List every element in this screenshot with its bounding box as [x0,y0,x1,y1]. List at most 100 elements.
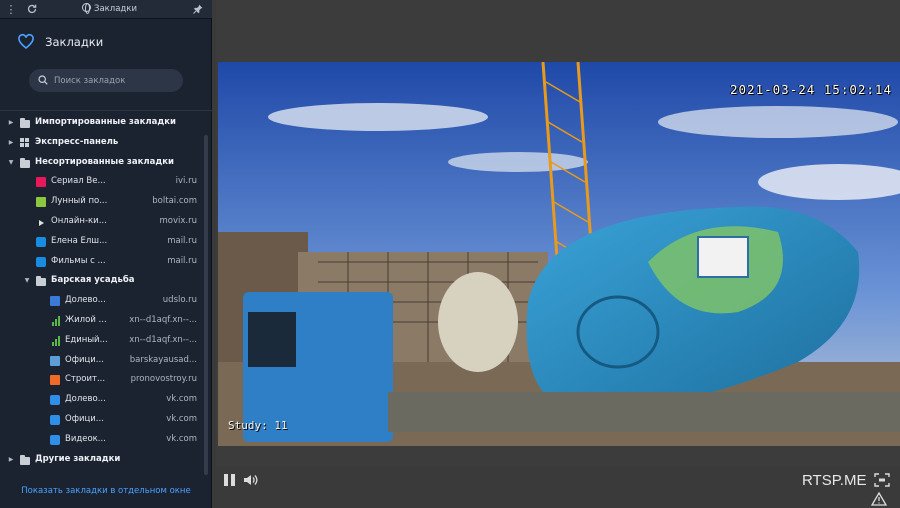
chevron-right-icon[interactable]: ▶ [7,113,15,133]
bookmarks-title: Закладки [45,35,104,49]
sidebar-scrollbar[interactable] [204,135,208,475]
bookmark-url: pronovostroy.ru [130,374,197,385]
open-bookmarks-window-link[interactable]: Показать закладки в отдельном окне [0,486,212,496]
bookmark-item[interactable]: Офици... barskayausad... [0,351,204,371]
bookmark-url: vk.com [166,413,197,424]
fullscreen-icon[interactable] [874,473,890,487]
movix-icon [36,216,46,227]
chevron-right-icon[interactable]: ▶ [7,450,15,470]
topbar-title-text: Закладки [94,4,137,14]
bookmark-item[interactable]: Онлайн-ки... movix.ru [0,212,204,232]
bookmark-folder[interactable]: ▶ Импортированные закладки [0,113,204,133]
rtsp-brand-logo[interactable]: RTSP.ME [802,472,866,489]
camera-timestamp: 2021-03-24 15:02:14 [730,82,892,97]
bookmark-title: Строит... [65,374,106,385]
pronovostroy-icon [50,375,60,386]
pin-icon[interactable] [191,0,205,19]
video-scene [218,62,900,446]
chat-icon [50,434,60,445]
bookmark-item[interactable]: Лунный по... boltai.com [0,192,204,212]
bookmark-title: Фильмы с ... [51,255,106,266]
camera-watermark: Study: 11 [228,419,288,432]
folder-label: Барская усадьба [51,275,135,286]
bookmark-url: vk.com [166,433,197,444]
bookmark-folder[interactable]: ▼ Несортированные закладки [0,153,204,173]
bookmarks-header: Закладки [18,33,103,51]
ivi-icon [36,177,46,188]
pattern-icon [50,355,60,366]
bars-icon [50,315,60,326]
bookmark-title: Долево... [65,295,106,306]
warning-icon[interactable] [871,492,887,506]
bookmark-title: Единый... [65,334,108,345]
folder-icon [20,157,30,168]
bookmark-item[interactable]: Единый... xn--d1aqf.xn--... [0,331,204,351]
bookmark-item[interactable]: Долево... vk.com [0,390,204,410]
bookmarks-sidebar: ⋮ Закладки Закладки ▶ Импортированные зак… [0,0,212,508]
pause-icon[interactable] [224,474,236,486]
chevron-right-icon[interactable]: ▶ [7,133,15,153]
refresh-icon[interactable] [25,0,39,19]
bookmark-title: Офици... [65,354,104,365]
bookmark-url: vk.com [166,394,197,405]
folder-label: Экспресс-панель [35,136,119,147]
bookmark-url: ivi.ru [175,176,197,187]
chevron-down-icon[interactable]: ▼ [23,271,31,291]
mail-icon [36,236,46,247]
image-icon [50,296,60,307]
bookmark-title: Видеок... [65,433,106,444]
bookmark-title: Долево... [65,394,106,405]
app-root: ⋮ Закладки Закладки ▶ Импортированные зак… [0,0,900,508]
folder-label: Другие закладки [35,453,121,464]
bookmark-folder[interactable]: ▶ Экспресс-панель [0,133,204,153]
bookmarks-tree: ▶ Импортированные закладки ▶ Экспресс-панел… [0,113,204,469]
bookmark-url: xn--d1aqf.xn--... [129,334,197,345]
bookmark-item[interactable]: Строит... pronovostroy.ru [0,370,204,390]
bookmark-title: Лунный по... [51,196,108,207]
folder-label: Несортированные закладки [35,156,174,167]
folder-icon [20,118,30,128]
bookmark-folder[interactable]: ▼ Барская усадьба [0,271,204,291]
bookmark-folder[interactable]: ▶ Другие закладки [0,450,204,470]
bookmark-item[interactable]: Жилой ... xn--d1aqf.xn--... [0,311,204,331]
sidebar-divider [0,110,212,111]
folder-icon [36,276,46,287]
bookmark-url: movix.ru [159,215,198,226]
folder-label: Импортированные закладки [35,117,176,127]
player-controls: RTSP.ME [216,466,900,508]
chat-icon [50,395,60,406]
sidebar-topbar: ⋮ Закладки [0,0,212,19]
bookmark-item[interactable]: Видеок... vk.com [0,430,204,450]
speed-dial-icon [20,137,30,148]
search-icon [38,75,48,85]
bookmark-title: Елена Елш... [51,235,108,246]
bookmark-url: mail.ru [167,255,197,266]
volume-icon[interactable] [242,472,258,488]
bookmark-item[interactable]: Елена Елш... mail.ru [0,232,204,252]
bookmark-item[interactable]: Офици... vk.com [0,410,204,430]
bookmark-title: Жилой ... [65,314,107,325]
bookmark-item[interactable]: Фильмы с ... mail.ru [0,252,204,272]
bars-icon [50,335,60,346]
mail-icon [36,256,46,267]
bookmark-title: Офици... [65,413,104,424]
bookmark-item[interactable]: Сериал Ве... ivi.ru [0,172,204,192]
video-player: 2021-03-24 15:02:14 Study: 11 [216,0,900,508]
menu-dots-icon[interactable]: ⋮ [4,0,18,19]
camera-video-frame[interactable]: 2021-03-24 15:02:14 Study: 11 [218,62,900,446]
bookmark-url: barskayausad... [129,354,197,365]
bookmark-title: Сериал Ве... [51,176,106,187]
bookmark-title: Онлайн-ки... [51,215,107,226]
bookmark-url: udslo.ru [162,295,197,306]
search-box[interactable] [29,69,183,92]
chat-icon [50,414,60,425]
bookmark-item[interactable]: Долево... udslo.ru [0,291,204,311]
heart-icon [18,33,34,50]
bookmark-url: xn--d1aqf.xn--... [129,314,197,325]
chevron-down-icon[interactable]: ▼ [7,153,15,173]
folder-icon [20,454,30,465]
globe-icon [82,3,91,14]
sidebar-panel-title: Закладки [82,0,137,19]
boltai-icon [36,197,46,208]
search-input[interactable] [54,69,179,92]
